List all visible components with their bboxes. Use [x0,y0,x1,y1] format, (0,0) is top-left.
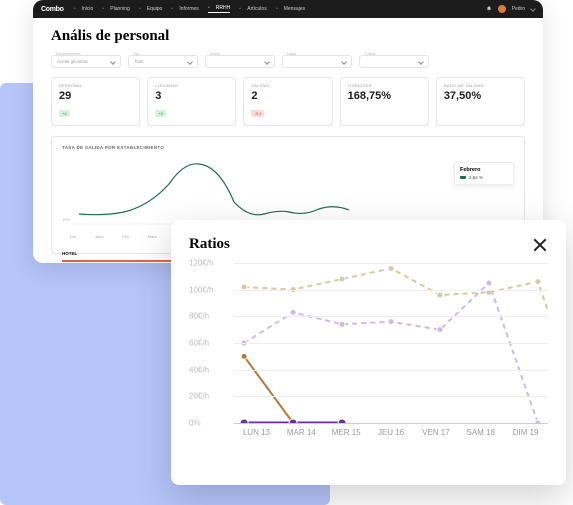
close-icon[interactable] [532,237,548,253]
tooltip-month: Febrero [460,167,508,173]
filter-establecimiento[interactable]: EstablecimientoAceite glicerina [51,55,121,68]
chart-line-series-lavender [244,283,538,423]
x-tick-label: JEU 16 [369,428,414,437]
brand-logo: Combo [41,6,64,13]
grid-line [234,343,548,344]
chart-title: TASA DE SALIDA POR ESTABLECIMIENTO [62,145,514,150]
kpi-value: 2 [251,90,324,102]
x-tick-label: Mars. [148,234,158,239]
nav-icon: ▫ [239,6,245,12]
modal-title: Ratios [189,236,230,253]
kpi-card: RATIO DE SALIDAS 37,50% [436,77,525,126]
chart-tooltip: Febrero 2,54 % [454,162,514,185]
kpi-card: LLEGADAS 3 +3 [147,77,236,126]
grid-line [234,316,548,317]
ratios-modal: Ratios 120€/h 100€/h 80€/h 60€/h 40€/h 20€/h 0… [171,220,566,485]
chart-point [388,265,394,271]
kpi-label: SALIDAS [251,83,324,88]
filter-hasta[interactable]: Hasta [282,55,352,68]
grid-line [234,263,548,264]
grid-line [234,290,548,291]
nav-item-inicio[interactable]: ▫Inicio [74,6,94,12]
chart-line-series-brown [244,356,342,423]
kpi-value: 37,50% [444,90,517,102]
chevron-down-icon [530,6,536,12]
x-tick-label: Dic. [70,234,77,239]
nav-item-mensajes[interactable]: ▫Mensajes [276,6,305,12]
tooltip-swatch [460,176,466,179]
page-title: Anális de personal [51,28,525,45]
nav-icon: ▫ [171,6,177,12]
kpi-value: 3 [155,90,228,102]
y-tick-label: 80€/h [189,312,209,321]
grid-line [234,370,548,371]
filter-row: EstablecimientoAceite glicerina TipoTous D… [51,55,525,68]
kpi-badge: -0,1 [251,110,264,117]
chart-point [339,321,345,327]
kpi-card: TURNOVER 168,75% [340,77,429,126]
kpi-row: PERSONAL 29 +4 LLEGADAS 3 +3 SALIDAS 2 -0,1 TURNO… [51,77,525,126]
nav-item-equipo[interactable]: ▫Equipo [139,6,163,12]
nav-icon: ▫ [139,6,145,12]
filter-contrat[interactable]: Contrat [359,55,429,68]
y-tick-label: 10% [62,217,70,222]
x-tick-label: SAM 18 [458,428,503,437]
x-tick-label: Janv. [95,234,104,239]
kpi-label: PERSONAL [59,83,132,88]
chart-point [290,309,296,315]
nav-icon: ▫ [74,6,80,12]
chevron-down-icon [264,59,270,65]
chevron-down-icon [418,59,424,65]
chart-point [388,319,394,325]
y-tick-label: 20€/h [189,392,209,401]
filter-desde[interactable]: Desde [205,55,275,68]
nav-item-informes[interactable]: ▫Informes [171,6,198,12]
x-tick-label: Fev. [122,234,129,239]
bell-icon[interactable] [486,6,492,12]
x-tick-label: MER 15 [324,428,369,437]
nav-item-planning[interactable]: ▫Planning [102,6,129,12]
nav-icon: ▫ [102,6,108,12]
chart-point [437,292,443,298]
kpi-card: SALIDAS 2 -0,1 [243,77,332,126]
filter-tipo[interactable]: TipoTous [128,55,198,68]
chevron-down-icon [110,59,116,65]
x-axis-line [234,423,548,424]
y-tick-label: 120€/h [189,259,213,268]
y-tick-label: 100€/h [189,285,213,294]
chart-point [241,353,247,359]
nav-icon: ▫ [276,6,282,12]
kpi-label: LLEGADAS [155,83,228,88]
top-nav: Combo ▫Inicio ▫Planning ▫Equipo ▫Informes ▫R… [33,0,543,18]
kpi-value: 29 [59,90,132,102]
chart-line-series-beige [244,268,548,423]
grid-line [234,396,548,397]
kpi-card: PERSONAL 29 +4 [51,77,140,126]
chevron-down-icon [341,59,347,65]
chart-point [339,276,345,282]
chevron-down-icon [187,59,193,65]
x-tick-label: DIM 19 [503,428,548,437]
kpi-badge: +3 [155,110,166,117]
x-tick-label: VEN 17 [413,428,458,437]
y-tick-label: 0% [189,419,201,428]
tooltip-value: 2,54 % [469,175,483,180]
kpi-label: RATIO DE SALIDAS [444,83,517,88]
avatar[interactable] [498,5,506,13]
kpi-label: TURNOVER [348,83,421,88]
user-name[interactable]: Pedro [512,6,525,12]
nav-item-rrhh[interactable]: ▫RRHH [208,5,230,13]
x-tick-label: LUN 13 [234,428,279,437]
nav-icon: ▫ [208,5,214,11]
kpi-badge: +4 [59,110,70,117]
chart-point [437,327,443,333]
y-tick-label: 60€/h [189,339,209,348]
kpi-value: 168,75% [348,90,421,102]
y-tick-label: 40€/h [189,365,209,374]
chart-point [486,280,492,286]
ratios-chart: 120€/h100€/h80€/h60€/h40€/h20€/h0% LUN 1… [189,263,548,458]
x-tick-label: MAR 14 [279,428,324,437]
chart-point [535,279,541,285]
nav-item-artículos[interactable]: ▫Artículos [239,6,266,12]
